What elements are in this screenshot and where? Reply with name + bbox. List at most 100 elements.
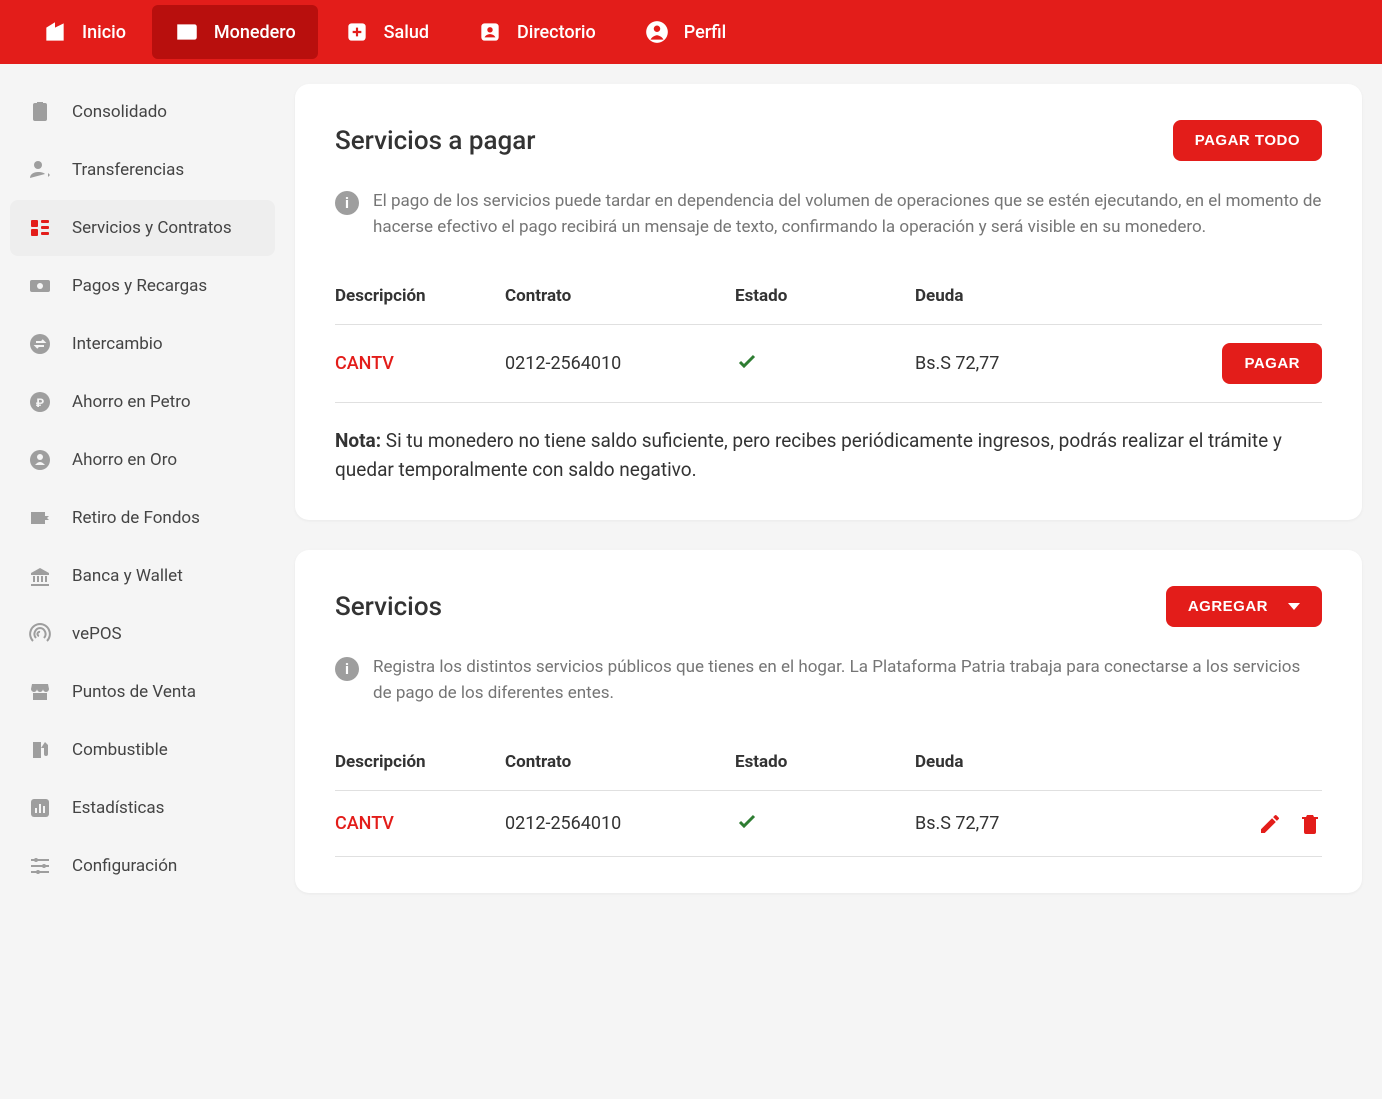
sidebar-label: Ahorro en Oro — [72, 450, 177, 470]
petro-icon: ₽ — [26, 388, 54, 416]
sidebar-item-vepos[interactable]: vePOS — [10, 606, 275, 662]
sidebar-item-servicios[interactable]: Servicios y Contratos — [10, 200, 275, 256]
col-header-state: Estado — [735, 752, 915, 772]
info-icon: i — [335, 657, 359, 681]
sidebar-label: Ahorro en Petro — [72, 392, 191, 412]
col-header-debt: Deuda — [915, 752, 1065, 772]
col-header-contract: Contrato — [505, 286, 735, 306]
sidebar: Consolidado Transferencias Servicios y C… — [0, 64, 285, 943]
withdraw-icon — [26, 504, 54, 532]
table-header: Descripción Contrato Estado Deuda — [335, 268, 1322, 325]
card-servicios-pagar: Servicios a pagar PAGAR TODO i El pago d… — [295, 84, 1362, 520]
sidebar-item-oro[interactable]: Ahorro en Oro — [10, 432, 275, 488]
service-link[interactable]: CANTV — [335, 353, 505, 374]
col-header-desc: Descripción — [335, 286, 505, 306]
services-table: Descripción Contrato Estado Deuda CANTV … — [335, 734, 1322, 857]
store-icon — [26, 678, 54, 706]
note-label: Nota: — [335, 429, 381, 452]
info-icon: i — [335, 191, 359, 215]
directory-icon — [477, 19, 503, 45]
sidebar-label: Pagos y Recargas — [72, 276, 207, 296]
pay-button[interactable]: PAGAR — [1222, 343, 1322, 384]
sidebar-item-consolidado[interactable]: Consolidado — [10, 84, 275, 140]
card-title: Servicios a pagar — [335, 126, 535, 156]
sidebar-label: Combustible — [72, 740, 168, 760]
service-link[interactable]: CANTV — [335, 813, 505, 834]
stats-icon — [26, 794, 54, 822]
nav-label: Inicio — [82, 22, 126, 43]
check-icon — [735, 357, 759, 378]
gold-icon — [26, 446, 54, 474]
logo-icon — [42, 19, 68, 45]
payments-icon — [26, 272, 54, 300]
chevron-down-icon — [1288, 603, 1300, 610]
nav-salud[interactable]: Salud — [322, 5, 451, 59]
debt-value: Bs.S 72,77 — [915, 353, 1065, 374]
sidebar-label: Intercambio — [72, 334, 163, 354]
nav-directorio[interactable]: Directorio — [455, 5, 618, 59]
top-nav: Inicio Monedero Salud Directorio Perfil — [0, 0, 1382, 64]
table-row: CANTV 0212-2564010 Bs.S 72,77 — [335, 791, 1322, 857]
edit-button[interactable] — [1258, 812, 1282, 836]
sidebar-item-transferencias[interactable]: Transferencias — [10, 142, 275, 198]
sidebar-label: Puntos de Venta — [72, 682, 196, 702]
col-header-contract: Contrato — [505, 752, 735, 772]
card-servicios: Servicios AGREGAR i Registra los distint… — [295, 550, 1362, 893]
sidebar-label: Consolidado — [72, 102, 167, 122]
nav-inicio[interactable]: Inicio — [20, 5, 148, 59]
sidebar-item-estadisticas[interactable]: Estadísticas — [10, 780, 275, 836]
info-text: Registra los distintos servicios público… — [373, 655, 1322, 706]
card-title: Servicios — [335, 592, 442, 622]
sidebar-label: Retiro de Fondos — [72, 508, 200, 528]
fingerprint-icon — [26, 620, 54, 648]
sidebar-label: Banca y Wallet — [72, 566, 183, 586]
sidebar-item-combustible[interactable]: Combustible — [10, 722, 275, 778]
col-header-state: Estado — [735, 286, 915, 306]
exchange-icon — [26, 330, 54, 358]
col-header-debt: Deuda — [915, 286, 1065, 306]
col-header-desc: Descripción — [335, 752, 505, 772]
sidebar-item-puntos[interactable]: Puntos de Venta — [10, 664, 275, 720]
sidebar-item-retiro[interactable]: Retiro de Fondos — [10, 490, 275, 546]
nav-label: Perfil — [684, 22, 727, 43]
add-button[interactable]: AGREGAR — [1166, 586, 1322, 627]
nav-perfil[interactable]: Perfil — [622, 5, 749, 59]
sidebar-item-pagos[interactable]: Pagos y Recargas — [10, 258, 275, 314]
sidebar-label: Configuración — [72, 856, 177, 876]
sidebar-item-config[interactable]: Configuración — [10, 838, 275, 894]
nav-label: Directorio — [517, 22, 596, 43]
fuel-icon — [26, 736, 54, 764]
svg-text:₽: ₽ — [36, 396, 45, 410]
sidebar-label: Estadísticas — [72, 798, 164, 818]
note: Nota: Si tu monedero no tiene saldo sufi… — [335, 427, 1322, 484]
clipboard-icon — [26, 98, 54, 126]
nav-label: Salud — [384, 22, 429, 43]
profile-icon — [644, 19, 670, 45]
add-button-label: AGREGAR — [1188, 598, 1268, 615]
services-pay-table: Descripción Contrato Estado Deuda CANTV … — [335, 268, 1322, 403]
services-icon — [26, 214, 54, 242]
settings-icon — [26, 852, 54, 880]
debt-value: Bs.S 72,77 — [915, 813, 1065, 834]
note-text: Si tu monedero no tiene saldo suficiente… — [335, 429, 1282, 481]
nav-monedero[interactable]: Monedero — [152, 5, 318, 59]
bank-icon — [26, 562, 54, 590]
sidebar-label: Transferencias — [72, 160, 184, 180]
pay-all-button[interactable]: PAGAR TODO — [1173, 120, 1322, 161]
sidebar-item-banca[interactable]: Banca y Wallet — [10, 548, 275, 604]
sidebar-item-petro[interactable]: ₽ Ahorro en Petro — [10, 374, 275, 430]
main-content: Servicios a pagar PAGAR TODO i El pago d… — [285, 64, 1382, 943]
contract-value: 0212-2564010 — [505, 813, 735, 834]
contract-value: 0212-2564010 — [505, 353, 735, 374]
info-text: El pago de los servicios puede tardar en… — [373, 189, 1322, 240]
sidebar-item-intercambio[interactable]: Intercambio — [10, 316, 275, 372]
health-icon — [344, 19, 370, 45]
delete-button[interactable] — [1298, 812, 1322, 836]
check-icon — [735, 817, 759, 838]
nav-label: Monedero — [214, 22, 296, 43]
table-row: CANTV 0212-2564010 Bs.S 72,77 PAGAR — [335, 325, 1322, 403]
sidebar-label: vePOS — [72, 624, 122, 644]
sidebar-label: Servicios y Contratos — [72, 218, 232, 238]
transfer-icon — [26, 156, 54, 184]
table-header: Descripción Contrato Estado Deuda — [335, 734, 1322, 791]
